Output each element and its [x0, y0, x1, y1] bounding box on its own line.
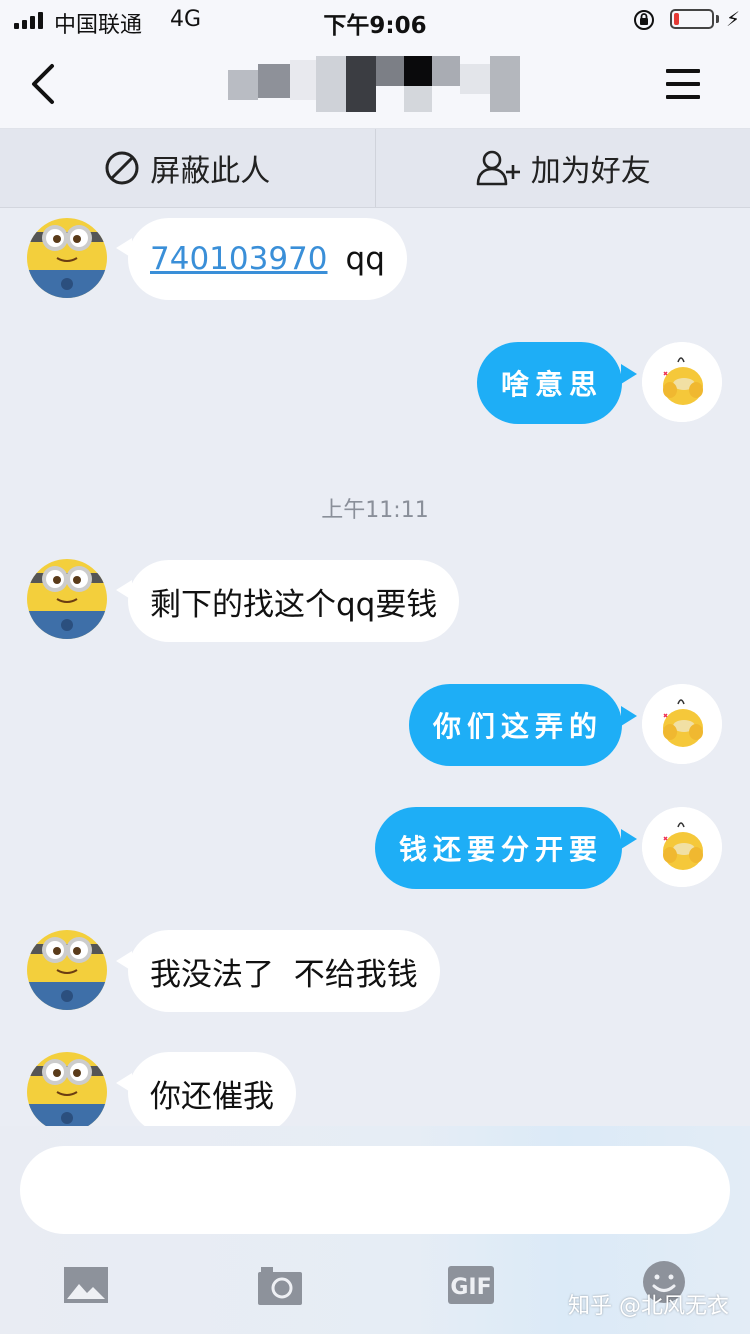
camera-icon[interactable] [257, 1266, 303, 1306]
battery-icon [670, 9, 714, 29]
psyduck-avatar-image [642, 684, 722, 764]
minion-avatar-image [27, 930, 107, 1010]
hamburger-menu-icon[interactable] [664, 66, 704, 102]
message-bubble-incoming[interactable]: 剩下的找这个qq要钱 [128, 560, 460, 642]
psyduck-avatar-image [642, 807, 722, 887]
add-friend-label: 加为好友 [530, 154, 651, 189]
minion-avatar-image [27, 559, 107, 639]
gif-icon[interactable]: GIF [448, 1266, 494, 1304]
add-friend-button[interactable]: 加为好友 [376, 129, 750, 207]
message-input[interactable] [20, 1146, 730, 1234]
charging-bolt-icon: ⚡ [726, 7, 741, 31]
my-avatar[interactable] [642, 684, 722, 764]
message-text: 你们这弄的 [433, 710, 604, 743]
contact-title-pixelated [228, 56, 520, 118]
minion-avatar-image [27, 1052, 107, 1126]
bubble-tail [621, 706, 637, 726]
contact-avatar[interactable] [27, 559, 107, 639]
message-bubble-outgoing[interactable]: 钱还要分开要 [375, 807, 622, 889]
message-bubble-incoming[interactable]: 你还催我 [128, 1052, 296, 1126]
minion-avatar-image [27, 218, 107, 298]
bubble-tail [621, 364, 637, 384]
status-bar: 中国联通 4G 下午9:06 ⚡ [0, 0, 750, 40]
add-user-icon [476, 150, 520, 186]
stranger-action-bar: 屏蔽此人 加为好友 [0, 128, 750, 208]
message-text: qq [345, 241, 385, 277]
chevron-left-icon[interactable] [26, 62, 60, 106]
contact-avatar[interactable] [27, 930, 107, 1010]
message-bubble-outgoing[interactable]: 你们这弄的 [409, 684, 622, 766]
message-bubble-outgoing[interactable]: 啥意思 [477, 342, 622, 424]
message-text: 我没法了 不给我钱 [150, 956, 418, 993]
block-user-button[interactable]: 屏蔽此人 [0, 129, 376, 207]
block-icon [105, 151, 139, 185]
psyduck-avatar-image [642, 342, 722, 422]
contact-avatar[interactable] [27, 218, 107, 298]
message-list[interactable]: 740103970 qq 啥意思 上午11:11 剩下的找这个qq要钱 你们这弄… [0, 206, 750, 1126]
message-bubble-incoming[interactable]: 740103970 qq [128, 218, 407, 300]
message-text: 你还催我 [150, 1078, 274, 1115]
image-icon[interactable] [63, 1266, 109, 1304]
qq-number-link[interactable]: 740103970 [150, 241, 328, 277]
block-user-label: 屏蔽此人 [150, 154, 271, 189]
my-avatar[interactable] [642, 342, 722, 422]
message-text: 钱还要分开要 [399, 833, 604, 866]
battery-level [674, 13, 679, 25]
my-avatar[interactable] [642, 807, 722, 887]
message-bubble-incoming[interactable]: 我没法了 不给我钱 [128, 930, 440, 1012]
battery-tip [716, 15, 719, 23]
message-text: 啥意思 [501, 368, 604, 401]
watermark-text: 知乎 @北风无衣 [568, 1294, 729, 1319]
gif-label: GIF [450, 1275, 491, 1300]
message-timestamp: 上午11:11 [321, 498, 429, 523]
contact-avatar[interactable] [27, 1052, 107, 1126]
rotation-lock-icon [634, 10, 654, 30]
chat-header [0, 40, 750, 128]
message-text: 剩下的找这个qq要钱 [150, 586, 438, 623]
bubble-tail [621, 829, 637, 849]
